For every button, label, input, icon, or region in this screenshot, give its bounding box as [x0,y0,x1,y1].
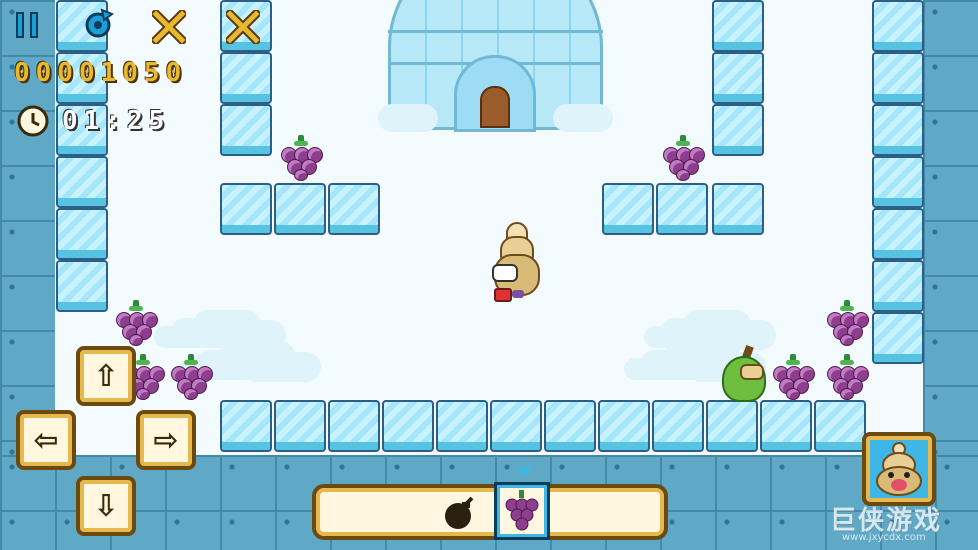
ice-block [872,52,924,104]
ice-block [436,400,488,452]
ice-block [382,400,434,452]
score-display: 00001050 [14,58,188,88]
ice-block [56,260,108,312]
grape-fruit [824,300,870,346]
selection-indicator [517,467,533,477]
dpad-left-button[interactable]: ⇦ [16,410,76,470]
pause-button[interactable] [14,10,42,40]
ice-block [706,400,758,452]
clock-icon [17,105,49,137]
ice-block [814,400,866,452]
ice-block [602,183,654,235]
arrow-right-icon: ⇨ [153,422,179,458]
ice-block [328,183,380,235]
snow-drift [170,318,240,348]
enemy-pear [718,344,770,402]
snow-drift [640,350,720,380]
igloo [378,0,613,132]
ice-block [328,400,380,452]
grape-fruit [168,354,214,400]
arrow-up-icon: ⇧ [93,358,119,394]
ice-block [274,183,326,235]
ice-block [220,104,272,156]
ice-block [490,400,542,452]
grape-fruit [824,354,870,400]
timer-display: 01:25 [62,106,171,136]
x-icon [149,7,189,47]
dpad-up-button[interactable]: ⇧ [76,346,136,406]
ice-block [712,52,764,104]
timer-row: 01:25 [16,104,216,140]
inventory-bar [312,467,668,540]
ice-block [220,52,272,104]
ice-block [872,104,924,156]
ice-block [760,400,812,452]
ice-block [712,0,764,52]
life-lost-marker [149,7,189,47]
ice-block [220,400,272,452]
ice-block [712,183,764,235]
ice-block [598,400,650,452]
ice-block [712,104,764,156]
ice-block [56,156,108,208]
restart-button[interactable] [82,8,115,40]
ice-block [544,400,596,452]
restart-icon [85,8,115,38]
inventory-slot-bomb[interactable] [440,496,480,532]
grape-fruit [278,135,324,181]
player-character [492,222,542,302]
pause-icon [16,12,24,38]
ice-block [56,208,108,260]
arrow-left-icon: ⇦ [33,422,59,458]
character-ability-button[interactable] [862,432,936,506]
ice-block [872,0,924,52]
ice-block [872,156,924,208]
life-lost-marker [223,7,263,47]
ice-block [652,400,704,452]
igloo-door [480,86,510,128]
ice-block [220,183,272,235]
bomb-icon [445,496,474,529]
ice-block [274,400,326,452]
character-portrait-icon [876,442,922,496]
arrow-down-icon: ⇩ [93,488,119,524]
grape-icon [505,490,539,531]
dpad-right-button[interactable]: ⇨ [136,410,196,470]
ice-block [872,208,924,260]
ice-block [656,183,708,235]
snow-drift [660,318,730,348]
grape-fruit [660,135,706,181]
dpad-down-button[interactable]: ⇩ [76,476,136,536]
inventory-slot-grape[interactable] [494,467,550,540]
ice-block [872,312,924,364]
grape-fruit [113,300,159,346]
x-icon [223,7,263,47]
grape-fruit [770,354,816,400]
watermark-logo: 巨侠游戏 www.jxycdx.com [790,498,972,546]
watermark-url: www.jxycdx.com [842,532,926,543]
ice-block [872,260,924,312]
